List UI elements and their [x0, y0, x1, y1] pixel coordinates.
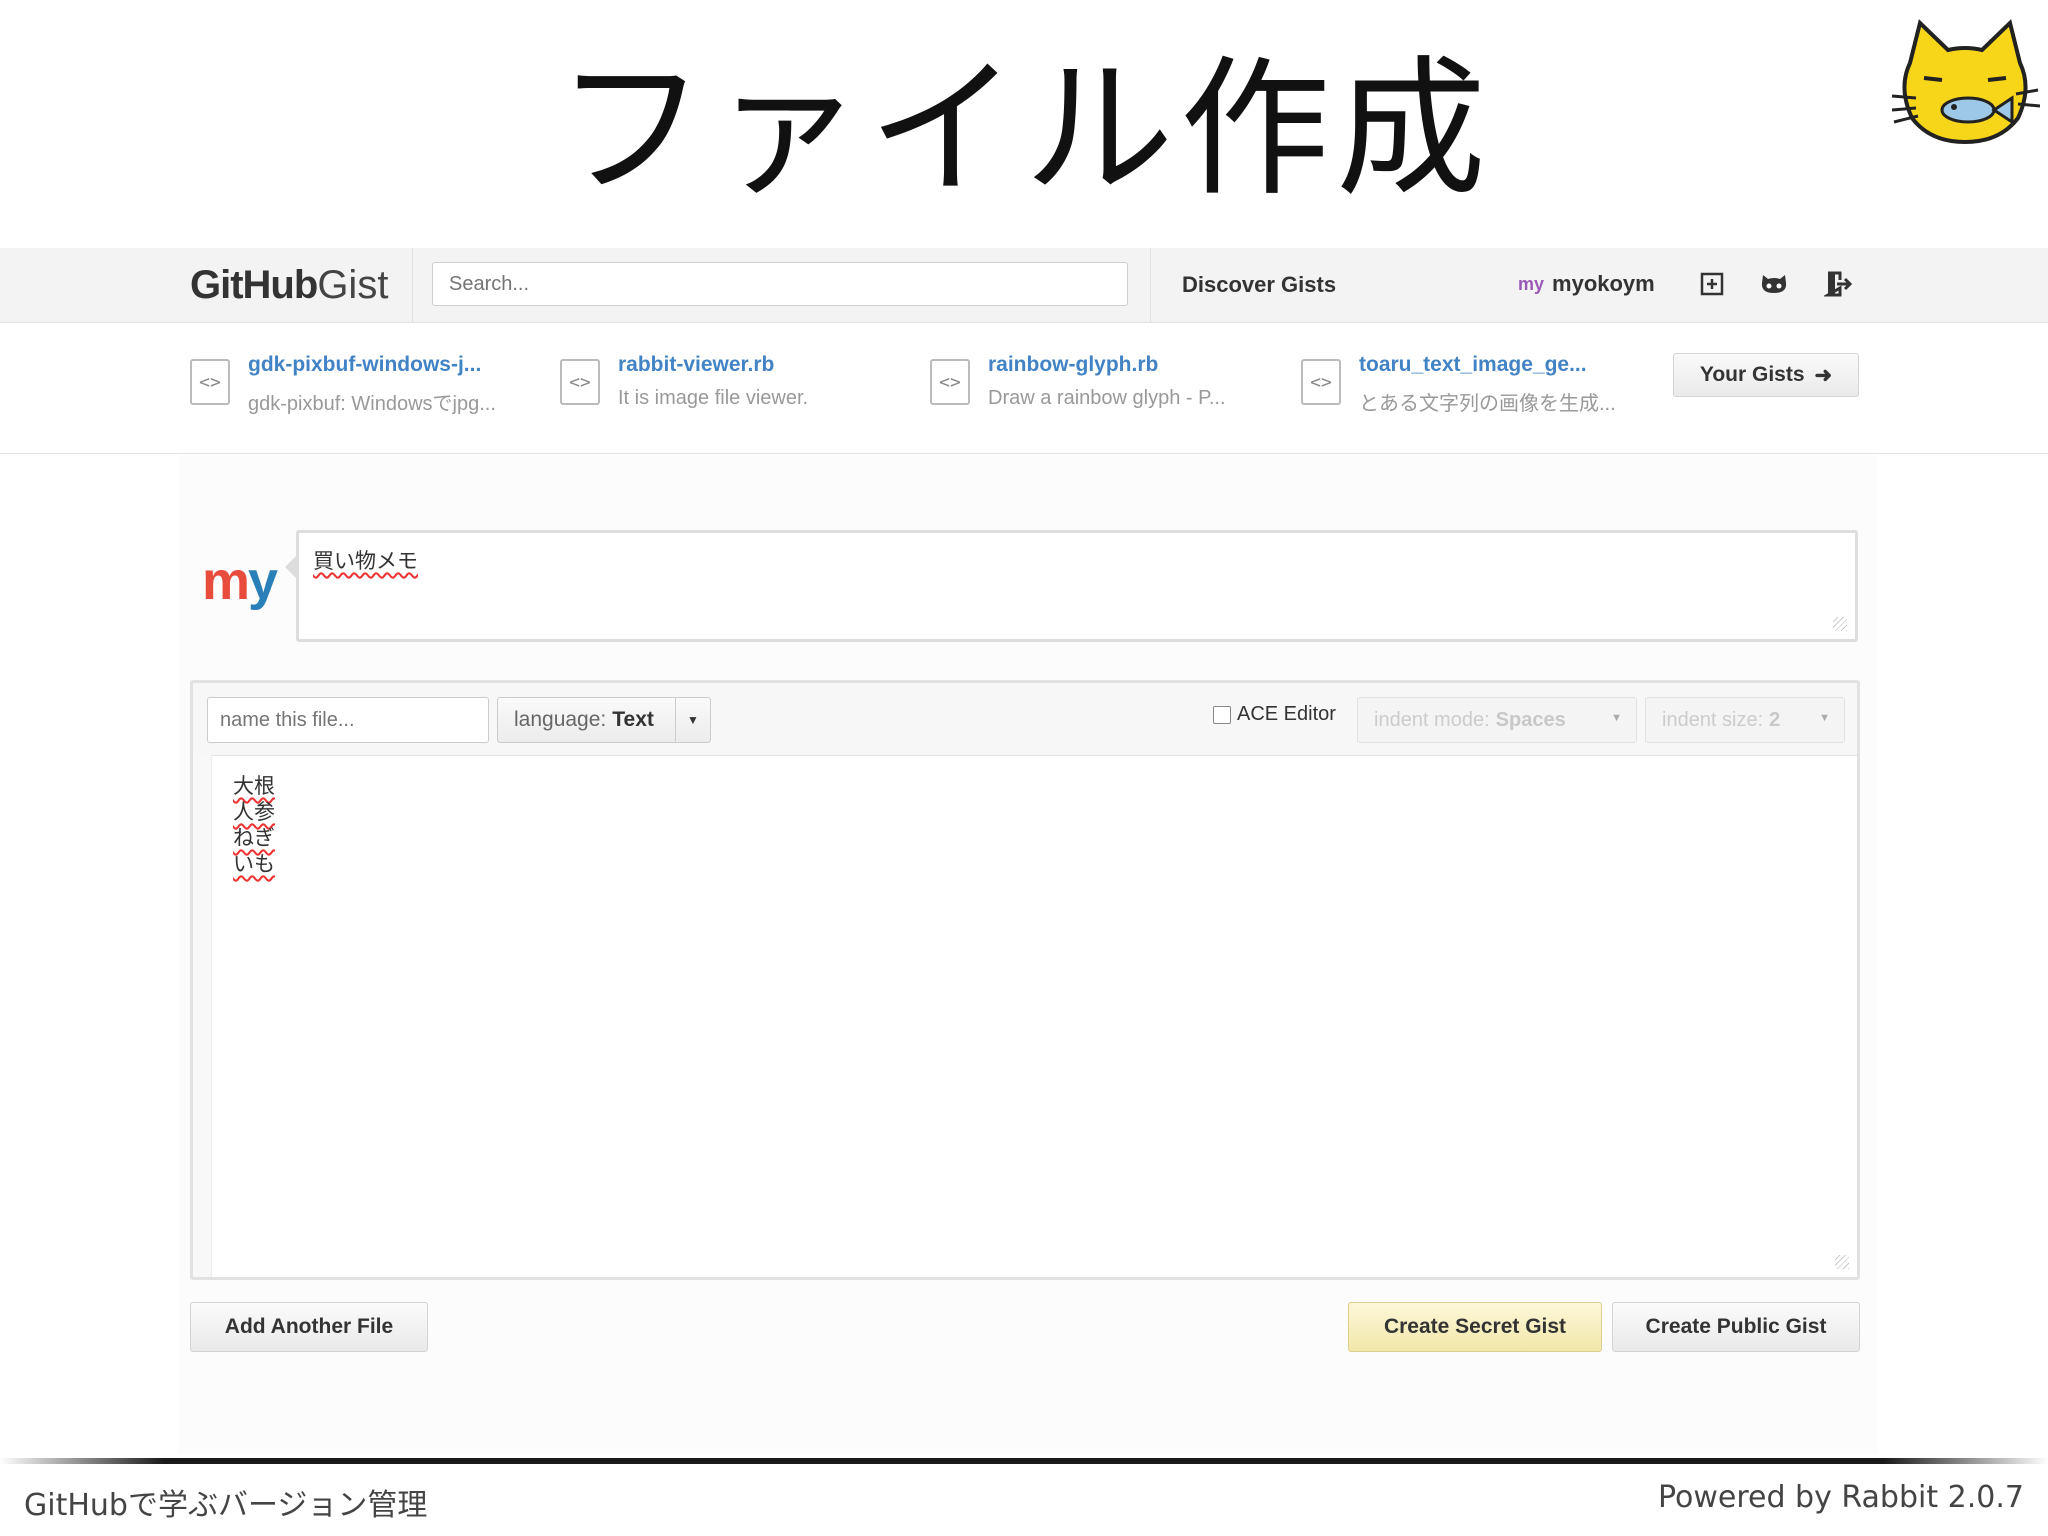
indent-mode-select: indent mode: Spaces ▼ — [1357, 697, 1637, 743]
user-avatar: my — [202, 551, 278, 611]
editor-gutter — [193, 755, 212, 1277]
gist-header: GitHubGist Discover Gists my myokoym — [0, 248, 2048, 323]
recent-gist-description: とある文字列の画像を生成... — [1359, 393, 1616, 415]
recent-gist-description: It is image file viewer. — [618, 387, 809, 409]
file-editor: language:Text ▼ ACE Editor indent mode:S… — [190, 680, 1860, 1280]
description-text: 買い物メモ — [313, 549, 418, 573]
code-line: 大根 — [233, 774, 275, 798]
caret-down-icon: ▼ — [1819, 712, 1830, 724]
recent-gist-name[interactable]: rainbow-glyph.rb — [988, 353, 1158, 377]
resize-grip-icon[interactable] — [1833, 617, 1847, 631]
gist-screenshot: GitHubGist Discover Gists my myokoym <> … — [0, 248, 2048, 1458]
recent-gist-name[interactable]: gdk-pixbuf-windows-j... — [248, 353, 481, 377]
code-line: 人参 — [233, 800, 275, 824]
indent-size-select: indent size: 2 ▼ — [1645, 697, 1845, 743]
header-divider — [412, 248, 413, 322]
header-divider — [1150, 248, 1151, 322]
code-file-icon: <> — [190, 359, 230, 405]
recent-gist-item[interactable]: <> toaru_text_image_ge... とある文字列の画像を生成..… — [1301, 353, 1661, 415]
filename-input[interactable] — [207, 697, 489, 743]
recent-gist-item[interactable]: <> gdk-pixbuf-windows-j... gdk-pixbuf: W… — [190, 353, 550, 415]
create-secret-gist-button[interactable]: Create Secret Gist — [1348, 1302, 1602, 1352]
slide-title: ファイル作成 — [555, 43, 1492, 217]
code-file-icon: <> — [560, 359, 600, 405]
sign-out-icon[interactable] — [1822, 268, 1854, 300]
code-file-icon: <> — [930, 359, 970, 405]
caret-down-icon: ▼ — [675, 698, 710, 742]
recent-gists-bar: <> gdk-pixbuf-windows-j... gdk-pixbuf: W… — [0, 323, 2048, 454]
recent-gist-item[interactable]: <> rainbow-glyph.rb Draw a rainbow glyph… — [930, 353, 1290, 413]
footer-credit: Powered by Rabbit 2.0.7 — [1657, 1480, 2024, 1515]
footer-title: GitHubで学ぶバージョン管理 — [24, 1488, 428, 1523]
caret-down-icon: ▼ — [1611, 712, 1622, 724]
footer-divider — [0, 1458, 2048, 1464]
search-input[interactable] — [432, 262, 1128, 306]
ace-editor-checkbox[interactable] — [1213, 705, 1231, 724]
avatar: my — [1518, 273, 1545, 294]
code-file-icon: <> — [1301, 359, 1341, 405]
gist-description-input[interactable]: 買い物メモ — [285, 530, 1858, 642]
code-line: ねぎ — [233, 826, 275, 850]
username: myokoym — [1552, 271, 1655, 296]
your-gists-button[interactable]: Your Gists ➜ — [1673, 353, 1859, 397]
octocat-icon[interactable] — [1758, 268, 1790, 300]
code-line: いも — [233, 852, 275, 876]
recent-gist-name[interactable]: rabbit-viewer.rb — [618, 353, 774, 377]
recent-gist-description: Draw a rainbow glyph - P... — [988, 387, 1226, 409]
user-menu[interactable]: my myokoym — [1518, 268, 1655, 300]
language-select[interactable]: language: Text ▼ — [497, 697, 711, 743]
ace-editor-toggle[interactable]: ACE Editor — [1213, 703, 1336, 726]
arrow-right-icon: ➜ — [1814, 363, 1833, 387]
file-editor-toolbar: language:Text ▼ ACE Editor indent mode:S… — [193, 683, 1857, 756]
recent-gist-description: gdk-pixbuf: Windowsでjpg... — [248, 393, 496, 415]
github-gist-logo[interactable]: GitHubGist — [190, 262, 388, 308]
resize-grip-icon[interactable] — [1835, 1255, 1849, 1269]
discover-gists-link[interactable]: Discover Gists — [1182, 272, 1336, 298]
recent-gist-name[interactable]: toaru_text_image_ge... — [1359, 353, 1587, 377]
add-another-file-button[interactable]: Add Another File — [190, 1302, 428, 1352]
create-public-gist-button[interactable]: Create Public Gist — [1612, 1302, 1860, 1352]
new-gist-icon[interactable] — [1696, 268, 1728, 300]
file-content-textarea[interactable]: 大根 人参 ねぎ いも — [233, 773, 275, 877]
cat-mascot-icon — [1891, 19, 2040, 145]
recent-gist-item[interactable]: <> rabbit-viewer.rb It is image file vie… — [560, 353, 920, 413]
